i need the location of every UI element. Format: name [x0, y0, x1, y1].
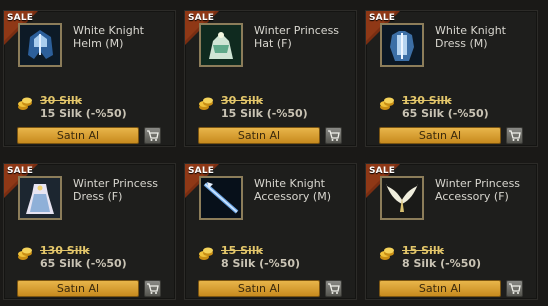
helm-icon[interactable] [18, 23, 62, 67]
sale-label: SALE [7, 166, 34, 176]
lance-icon[interactable] [199, 176, 243, 220]
original-price: 15 Silk [402, 244, 444, 257]
discounted-price: 65 Silk (-%50) [402, 107, 489, 120]
item-name: Winter Princess Hat (F) [254, 24, 340, 50]
sale-label: SALE [188, 166, 215, 176]
sale-label: SALE [188, 13, 215, 23]
discounted-price: 15 Silk (-%50) [40, 107, 127, 120]
original-price: 15 Silk [221, 244, 263, 257]
price-block: 130 Silk 65 Silk (-%50) [17, 244, 167, 270]
buy-button[interactable]: Satın Al [198, 127, 320, 144]
item-name: White Knight Accessory (M) [254, 177, 331, 203]
item-card: SALE White Knight Helm (M) 30 Silk 15 Si… [3, 10, 176, 147]
silk-coin-icon [199, 97, 213, 110]
discounted-price: 8 Silk (-%50) [221, 257, 301, 270]
item-name: White Knight Helm (M) [73, 24, 144, 50]
original-price: 130 Silk [402, 94, 452, 107]
wings-icon[interactable] [380, 176, 424, 220]
sale-label: SALE [369, 13, 396, 23]
discounted-price: 8 Silk (-%50) [402, 257, 482, 270]
price-block: 130 Silk 65 Silk (-%50) [379, 94, 529, 120]
item-name: White Knight Dress (M) [435, 24, 506, 50]
buy-button[interactable]: Satın Al [379, 280, 501, 297]
buy-button[interactable]: Satın Al [17, 127, 139, 144]
original-price: 30 Silk [40, 94, 82, 107]
cart-icon[interactable] [506, 127, 523, 144]
cart-icon[interactable] [144, 280, 161, 297]
cart-icon[interactable] [144, 127, 161, 144]
silk-coin-icon [18, 247, 32, 260]
armor-icon[interactable] [380, 23, 424, 67]
price-block: 15 Silk 8 Silk (-%50) [379, 244, 529, 270]
cart-icon[interactable] [506, 280, 523, 297]
item-name: Winter Princess Accessory (F) [435, 177, 521, 203]
buy-button[interactable]: Satın Al [17, 280, 139, 297]
discounted-price: 15 Silk (-%50) [221, 107, 308, 120]
silk-coin-icon [380, 97, 394, 110]
original-price: 130 Silk [40, 244, 90, 257]
discounted-price: 65 Silk (-%50) [40, 257, 127, 270]
item-card: SALE Winter Princess Accessory (F) 15 Si… [365, 163, 538, 300]
buy-button[interactable]: Satın Al [379, 127, 501, 144]
item-mall-grid: SALE White Knight Helm (M) 30 Silk 15 Si… [0, 0, 548, 306]
sale-label: SALE [369, 166, 396, 176]
item-card: SALE White Knight Dress (M) 130 Silk 65 … [365, 10, 538, 147]
buy-button[interactable]: Satın Al [198, 280, 320, 297]
sale-label: SALE [7, 13, 34, 23]
original-price: 30 Silk [221, 94, 263, 107]
item-card: SALE Winter Princess Dress (F) 130 Silk … [3, 163, 176, 300]
item-card: SALE Winter Princess Hat (F) 30 Silk 15 … [184, 10, 357, 147]
price-block: 30 Silk 15 Silk (-%50) [198, 94, 348, 120]
item-name: Winter Princess Dress (F) [73, 177, 159, 203]
cart-icon[interactable] [325, 127, 342, 144]
silk-coin-icon [18, 97, 32, 110]
price-block: 15 Silk 8 Silk (-%50) [198, 244, 348, 270]
silk-coin-icon [199, 247, 213, 260]
dress-icon[interactable] [18, 176, 62, 220]
hat-icon[interactable] [199, 23, 243, 67]
item-card: SALE White Knight Accessory (M) 15 Silk … [184, 163, 357, 300]
cart-icon[interactable] [325, 280, 342, 297]
silk-coin-icon [380, 247, 394, 260]
price-block: 30 Silk 15 Silk (-%50) [17, 94, 167, 120]
